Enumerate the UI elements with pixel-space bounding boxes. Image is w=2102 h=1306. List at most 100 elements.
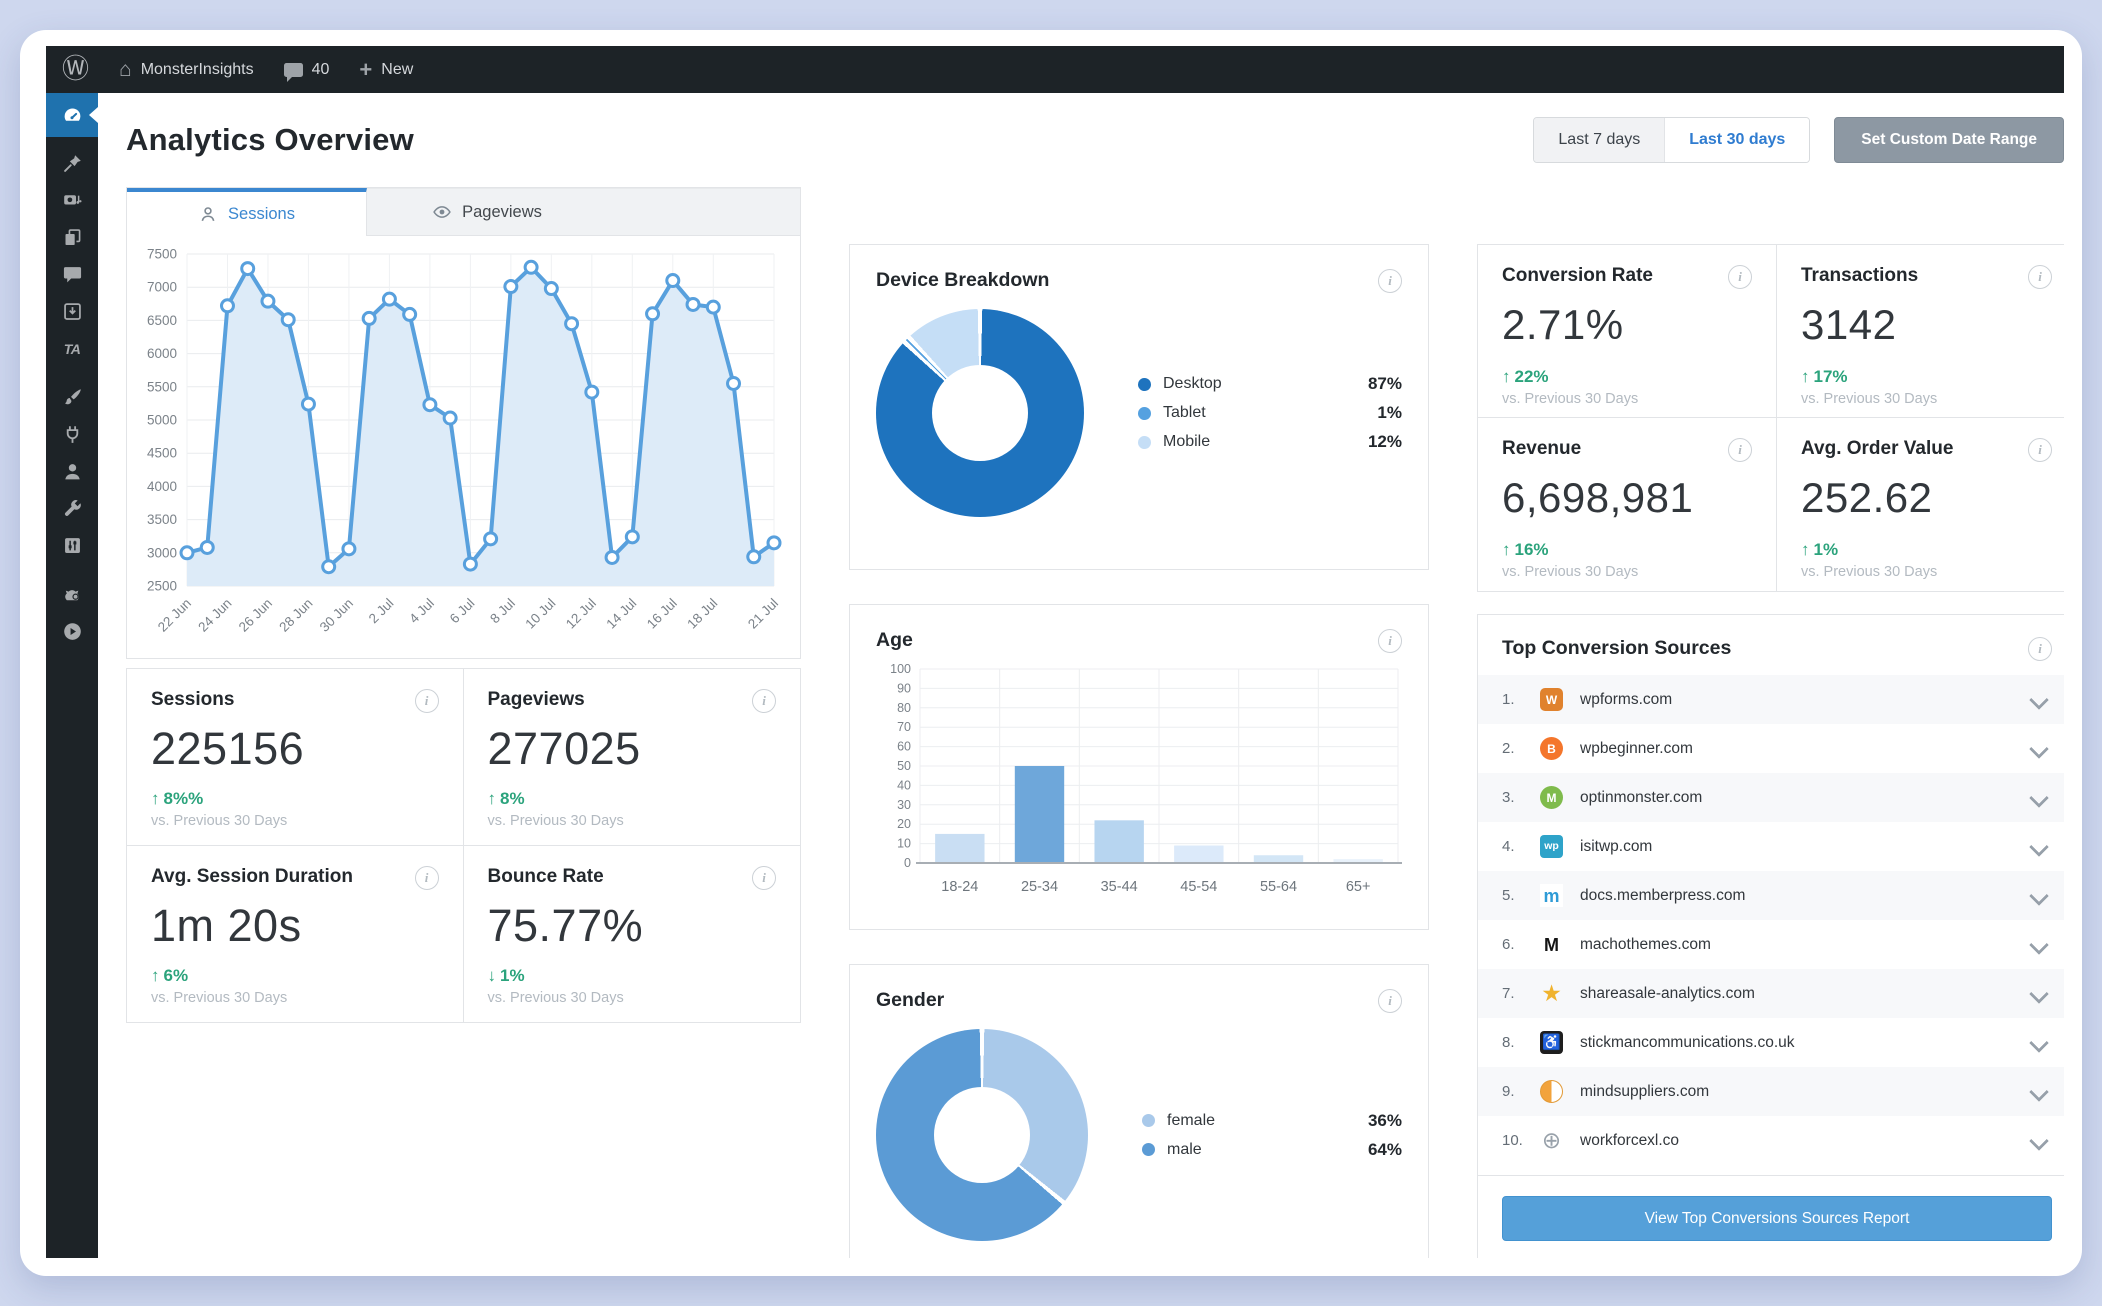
info-icon[interactable] <box>752 689 776 713</box>
source-rank: 8. <box>1502 1034 1515 1051</box>
source-row[interactable]: 2. B wpbeginner.com <box>1478 724 2064 773</box>
stat-change: 16% <box>1514 540 1549 559</box>
chevron-down-icon[interactable] <box>2029 934 2049 955</box>
last-30-days-button[interactable]: Last 30 days <box>1665 118 1810 162</box>
svg-text:14 Jul: 14 Jul <box>603 596 639 632</box>
info-icon[interactable] <box>2028 637 2052 661</box>
sidebar-item-appearance[interactable] <box>46 379 98 416</box>
source-domain: wpbeginner.com <box>1580 739 1693 757</box>
source-row[interactable]: 5. m docs.memberpress.com <box>1478 871 2064 920</box>
svg-text:26 Jun: 26 Jun <box>236 596 275 635</box>
plus-icon: + <box>359 56 373 82</box>
sidebar-item-plugins[interactable] <box>46 416 98 453</box>
legend-value: 87% <box>1367 374 1402 393</box>
sidebar-item-pages[interactable] <box>46 219 98 256</box>
stat-card-transactions: Transactions 3142 ↑17% vs. Previous 30 D… <box>1777 245 2064 418</box>
stat-subtext: vs. Previous 30 Days <box>1502 564 1639 580</box>
sidebar-item-tools[interactable] <box>46 490 98 527</box>
source-rank: 1. <box>1502 691 1515 708</box>
stat-card-pageviews: Pageviews 277025 ↑8% vs. Previous 30 Day… <box>463 669 800 846</box>
stat-value: 277025 <box>487 723 641 774</box>
source-row[interactable]: 8. ♿ stickmancommunications.co.uk <box>1478 1018 2064 1067</box>
wordpress-menu[interactable]: Ⓦ <box>62 56 89 83</box>
split-circle-favicon <box>1540 1080 1563 1103</box>
comment-count: 40 <box>311 60 330 78</box>
svg-text:90: 90 <box>897 681 911 695</box>
source-row[interactable]: 10. ⊕ workforcexl.co <box>1478 1116 2064 1165</box>
main-content: Analytics Overview Last 7 days Last 30 d… <box>98 93 2064 1258</box>
chevron-down-icon[interactable] <box>2029 885 2049 906</box>
legend-item: Desktop 87% <box>1138 374 1402 394</box>
sessions-panel: Sessions Pageviews 2500 3000 3500 4000 4… <box>126 187 801 659</box>
info-icon[interactable] <box>1378 629 1402 653</box>
svg-text:45-54: 45-54 <box>1180 879 1217 895</box>
svg-text:16 Jul: 16 Jul <box>644 596 680 632</box>
view-report-button[interactable]: View Top Conversions Sources Report <box>1502 1196 2052 1241</box>
wpforms-favicon: W <box>1540 688 1563 711</box>
info-icon[interactable] <box>1378 989 1402 1013</box>
tab-pageviews[interactable]: Pageviews <box>367 188 607 236</box>
stat-change: 8%% <box>163 789 204 808</box>
source-row[interactable]: 3. M optinmonster.com <box>1478 773 2064 822</box>
source-rank: 6. <box>1502 936 1515 953</box>
sidebar-item-monsterinsights[interactable] <box>46 576 98 613</box>
legend-dot <box>1138 435 1151 449</box>
sidebar-item-dashboard[interactable] <box>46 93 98 137</box>
chevron-down-icon[interactable] <box>2029 836 2049 857</box>
svg-text:60: 60 <box>897 740 911 754</box>
source-row[interactable]: 4. wp isitwp.com <box>1478 822 2064 871</box>
info-icon[interactable] <box>1378 269 1402 293</box>
info-icon[interactable] <box>414 689 439 713</box>
svg-text:70: 70 <box>897 720 911 734</box>
chevron-down-icon[interactable] <box>2029 1081 2049 1102</box>
stat-value: 6,698,981 <box>1502 474 1694 521</box>
source-row[interactable]: 6. M machothemes.com <box>1478 920 2064 969</box>
download-box-icon <box>63 303 81 320</box>
info-icon[interactable] <box>1728 438 1752 462</box>
chart-tabs: Sessions Pageviews <box>127 188 800 236</box>
stat-subtext: vs. Previous 30 Days <box>151 990 288 1006</box>
stat-card-sessions: Sessions 225156 ↑8%% vs. Previous 30 Day… <box>127 669 464 846</box>
info-icon[interactable] <box>2028 438 2052 462</box>
sidebar-item-downloads[interactable] <box>46 293 98 330</box>
source-rank: 7. <box>1502 985 1515 1002</box>
sidebar-item-ta[interactable]: TA <box>46 330 98 367</box>
chevron-down-icon[interactable] <box>2029 787 2049 808</box>
stat-subtext: vs. Previous 30 Days <box>1801 564 1938 580</box>
svg-text:100: 100 <box>890 662 911 676</box>
trend-arrow-icon: ↓ <box>487 966 497 985</box>
source-row[interactable]: 9. mindsuppliers.com <box>1478 1067 2064 1116</box>
set-custom-date-range-button[interactable]: Set Custom Date Range <box>1834 117 2064 163</box>
chevron-down-icon[interactable] <box>2029 689 2049 710</box>
eye-icon <box>433 206 451 218</box>
comments-link[interactable]: 40 <box>283 60 330 82</box>
app-window: Ⓦ ⌂ MonsterInsights 40 + New TA Analytic… <box>20 30 2082 1276</box>
new-content-button[interactable]: + New <box>359 56 413 82</box>
stat-title: Pageviews <box>487 689 585 710</box>
stickman-favicon: ♿ <box>1540 1031 1563 1054</box>
sidebar-item-media[interactable] <box>46 182 98 219</box>
sidebar-item-video[interactable] <box>46 613 98 650</box>
tab-sessions[interactable]: Sessions <box>127 188 367 236</box>
dashboard-grid: Sessions Pageviews 2500 3000 3500 4000 4… <box>126 187 2064 1258</box>
site-name-link[interactable]: ⌂ MonsterInsights <box>119 59 254 80</box>
chevron-down-icon[interactable] <box>2029 738 2049 759</box>
info-icon[interactable] <box>1728 265 1752 289</box>
source-domain: stickmancommunications.co.uk <box>1580 1033 1795 1051</box>
column-left: Sessions Pageviews 2500 3000 3500 4000 4… <box>126 187 801 1023</box>
chevron-down-icon[interactable] <box>2029 983 2049 1004</box>
sidebar-item-comments[interactable] <box>46 256 98 293</box>
stat-value: 1m 20s <box>151 900 302 951</box>
source-row[interactable]: 7. ★ shareasale-analytics.com <box>1478 969 2064 1018</box>
sidebar-item-posts[interactable] <box>46 145 98 182</box>
info-icon[interactable] <box>414 866 439 890</box>
last-7-days-button[interactable]: Last 7 days <box>1534 118 1666 162</box>
source-row[interactable]: 1. W wpforms.com <box>1478 675 2064 724</box>
sidebar-item-users[interactable] <box>46 453 98 490</box>
chevron-down-icon[interactable] <box>2029 1032 2049 1053</box>
info-icon[interactable] <box>2028 265 2052 289</box>
chevron-down-icon[interactable] <box>2029 1130 2049 1151</box>
trend-arrow-icon: ↑ <box>1502 367 1511 386</box>
sidebar-item-settings[interactable] <box>46 527 98 564</box>
info-icon[interactable] <box>752 866 776 890</box>
